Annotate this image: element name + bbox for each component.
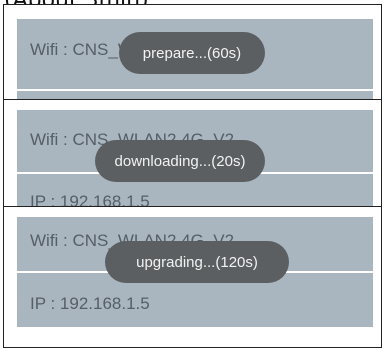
ip-label: IP : 192.168.1.5 — [30, 294, 150, 313]
progress-toast: prepare...(60s) — [119, 32, 265, 74]
ip-label: IP : 192.168.1.5 — [30, 192, 150, 207]
step-upgrading-frame: Wifi : CNS_WLAN2.4G_V2 IP : 192.168.1.5 … — [3, 206, 382, 348]
step-prepare-frame: Wifi : CNS_WLAN2.4G_V2 prepare...(60s) — [3, 4, 382, 100]
progress-toast: downloading...(20s) — [95, 140, 265, 182]
step-downloading-frame: Wifi : CNS_WLAN2.4G_V2 IP : 192.168.1.5 … — [3, 99, 382, 207]
progress-toast: upgrading...(120s) — [105, 241, 289, 283]
